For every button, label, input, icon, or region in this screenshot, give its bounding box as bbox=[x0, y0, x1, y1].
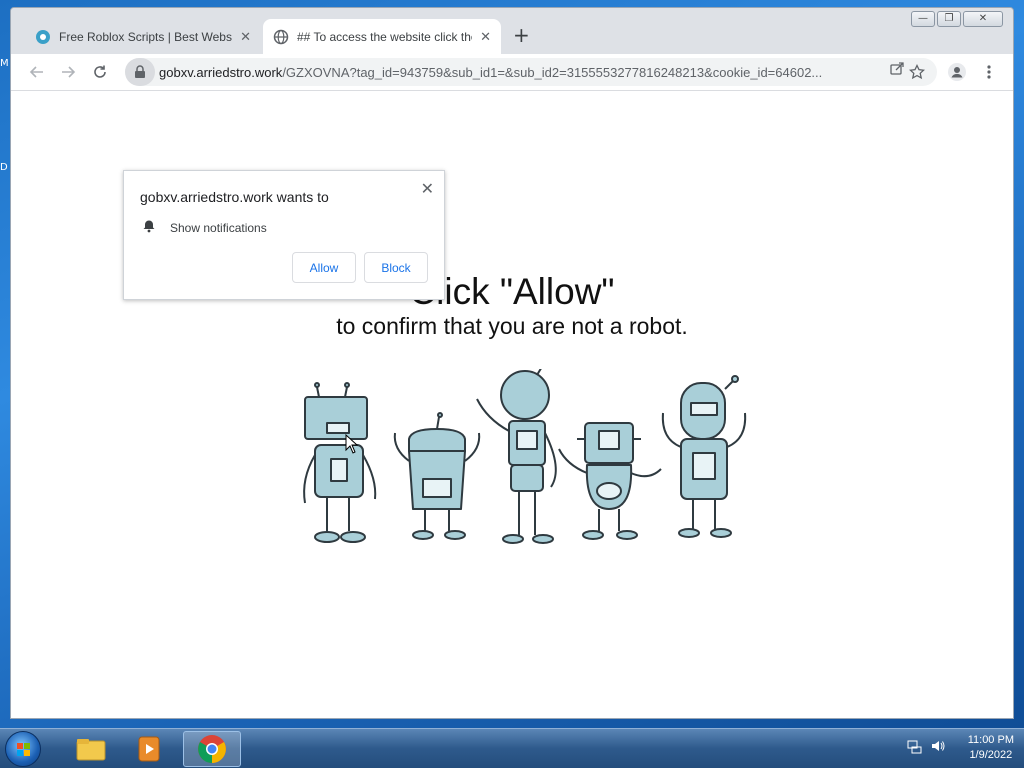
block-button[interactable]: Block bbox=[364, 252, 428, 283]
taskbar-file-explorer[interactable] bbox=[62, 731, 120, 767]
bell-icon bbox=[142, 219, 156, 236]
page-subline: to confirm that you are not a robot. bbox=[336, 313, 688, 339]
menu-dots-icon[interactable] bbox=[979, 62, 999, 82]
title-bar: — ❐ ✕ Free Roblox Scripts | Best Website… bbox=[11, 8, 1013, 54]
allow-button[interactable]: Allow bbox=[292, 252, 356, 283]
tab-close-icon[interactable]: ✕ bbox=[240, 29, 251, 45]
system-tray: 11:00 PM 1/9/2022 bbox=[906, 733, 1014, 763]
browser-toolbar: gobxv.arriedstro.work/GZXOVNA?tag_id=943… bbox=[11, 54, 1013, 90]
clock[interactable]: 11:00 PM 1/9/2022 bbox=[968, 733, 1014, 763]
close-window-button[interactable]: ✕ bbox=[963, 11, 1003, 27]
network-icon[interactable] bbox=[906, 738, 922, 758]
lock-icon[interactable] bbox=[125, 58, 155, 86]
chrome-icon bbox=[198, 735, 226, 763]
popup-close-icon[interactable]: ✕ bbox=[421, 179, 434, 199]
reload-icon[interactable] bbox=[90, 62, 110, 82]
browser-window: — ❐ ✕ Free Roblox Scripts | Best Website… bbox=[10, 7, 1014, 719]
notification-permission-popup: gobxv.arriedstro.work wants to ✕ Show no… bbox=[123, 170, 445, 300]
globe-icon bbox=[273, 29, 289, 45]
folder-icon bbox=[76, 739, 106, 761]
page-content: Click "Allow" to confirm that you are no… bbox=[11, 90, 1013, 718]
taskbar-media-player[interactable] bbox=[120, 731, 178, 767]
url-text: gobxv.arriedstro.work/GZXOVNA?tag_id=943… bbox=[159, 65, 869, 80]
url-host: gobxv.arriedstro.work bbox=[159, 64, 283, 80]
start-button[interactable] bbox=[5, 731, 41, 767]
windows-logo-icon bbox=[17, 743, 30, 756]
mouse-pointer-icon bbox=[345, 433, 359, 458]
roblox-favicon-icon bbox=[35, 29, 51, 45]
taskbar: 11:00 PM 1/9/2022 bbox=[0, 728, 1024, 768]
volume-icon[interactable] bbox=[930, 738, 946, 758]
taskbar-chrome[interactable] bbox=[183, 731, 241, 767]
tab-title: Free Roblox Scripts | Best Website bbox=[59, 29, 233, 44]
window-controls: — ❐ ✕ bbox=[911, 11, 1003, 27]
profile-avatar-icon[interactable] bbox=[947, 62, 967, 82]
clock-date: 1/9/2022 bbox=[969, 749, 1013, 761]
media-player-icon bbox=[138, 736, 160, 762]
tab-roblox-scripts[interactable]: Free Roblox Scripts | Best Website ✕ bbox=[25, 19, 261, 54]
restore-button[interactable]: ❐ bbox=[937, 11, 961, 27]
permission-row: Show notifications bbox=[142, 219, 267, 236]
tab-title: ## To access the website click the bbox=[297, 29, 473, 44]
forward-arrow-icon[interactable] bbox=[58, 62, 78, 82]
address-bar[interactable]: gobxv.arriedstro.work/GZXOVNA?tag_id=943… bbox=[125, 58, 937, 86]
tab-close-icon[interactable]: ✕ bbox=[480, 29, 491, 45]
permission-label: Show notifications bbox=[170, 220, 267, 235]
back-arrow-icon[interactable] bbox=[27, 62, 47, 82]
url-path: /GZXOVNA?tag_id=943759&sub_id1=&sub_id2=… bbox=[282, 64, 823, 80]
omnibox-actions bbox=[889, 60, 905, 80]
popup-title: gobxv.arriedstro.work wants to bbox=[140, 189, 329, 205]
bookmark-star-icon[interactable] bbox=[907, 62, 927, 82]
clock-time: 11:00 PM bbox=[967, 734, 1014, 746]
minimize-button[interactable]: — bbox=[911, 11, 935, 27]
tab-access-website[interactable]: ## To access the website click the ✕ bbox=[263, 19, 501, 54]
robots-illustration bbox=[297, 364, 753, 563]
robots-image bbox=[303, 364, 747, 544]
new-tab-button[interactable]: + bbox=[513, 25, 530, 45]
share-icon[interactable] bbox=[889, 60, 905, 80]
